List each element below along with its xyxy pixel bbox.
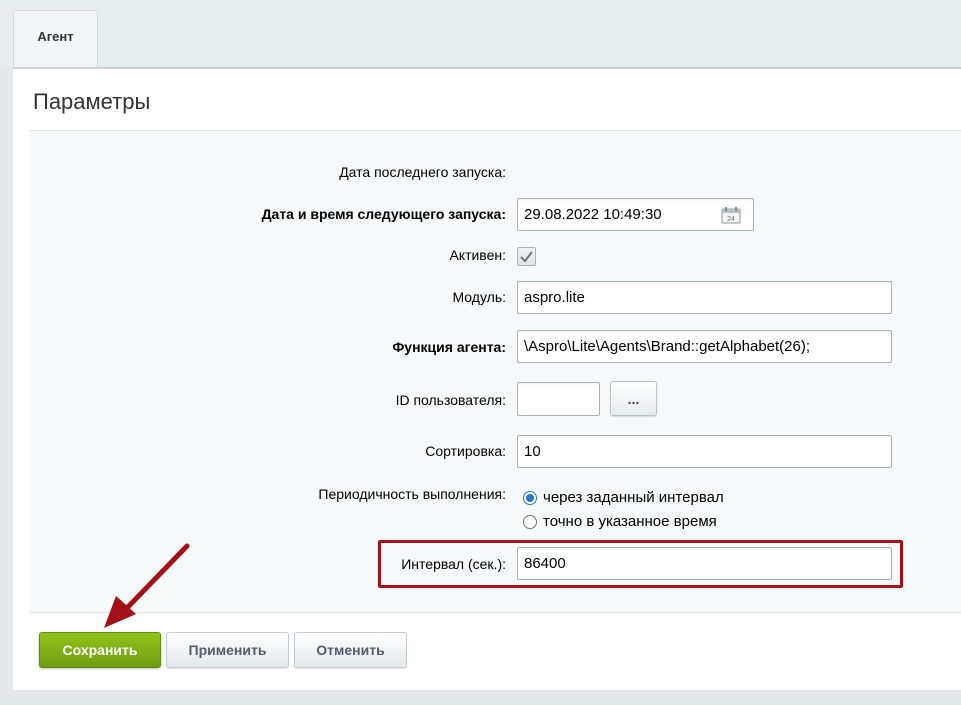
active-checkbox[interactable] [517,247,536,266]
svg-text:24: 24 [727,216,735,223]
cancel-button[interactable]: Отменить [294,632,407,668]
user-id-input[interactable] [517,382,600,416]
radio-exact-time[interactable]: точно в указанное время [523,513,717,530]
radio-interval-label: через заданный интервал [543,489,724,506]
radio-exact-time-button[interactable] [523,514,537,529]
module-label: Модуль: [452,289,506,305]
function-label: Функция агента: [392,339,506,355]
radio-interval[interactable]: через заданный интервал [523,489,724,506]
last-run-label: Дата последнего запуска: [339,164,506,180]
check-icon [520,251,533,262]
tab-agent[interactable]: Агент [13,10,98,68]
active-label: Активен: [449,247,506,263]
next-run-input[interactable]: 29.08.2022 10:49:30 24 [517,198,754,231]
periodicity-label: Периодичность выполнения: [318,486,506,502]
next-run-label: Дата и время следующего запуска: [261,206,506,222]
radio-interval-button[interactable] [523,490,537,505]
function-input[interactable]: \Aspro\Lite\Agents\Brand::getAlphabet(26… [517,330,892,363]
next-run-value: 29.08.2022 10:49:30 [524,206,662,223]
user-picker-button[interactable]: ... [610,381,657,416]
tab-bar: Агент [0,0,961,68]
save-button[interactable]: Сохранить [39,632,161,668]
apply-button[interactable]: Применить [166,632,289,668]
interval-highlight-box [378,540,903,588]
user-id-label: ID пользователя: [395,392,506,408]
sort-input[interactable]: 10 [517,435,892,468]
page-title: Параметры [33,89,151,114]
sort-label: Сортировка: [425,443,506,459]
calendar-icon[interactable]: 24 [721,206,741,224]
radio-exact-time-label: точно в указанное время [543,513,717,530]
module-input[interactable]: aspro.lite [517,281,892,314]
